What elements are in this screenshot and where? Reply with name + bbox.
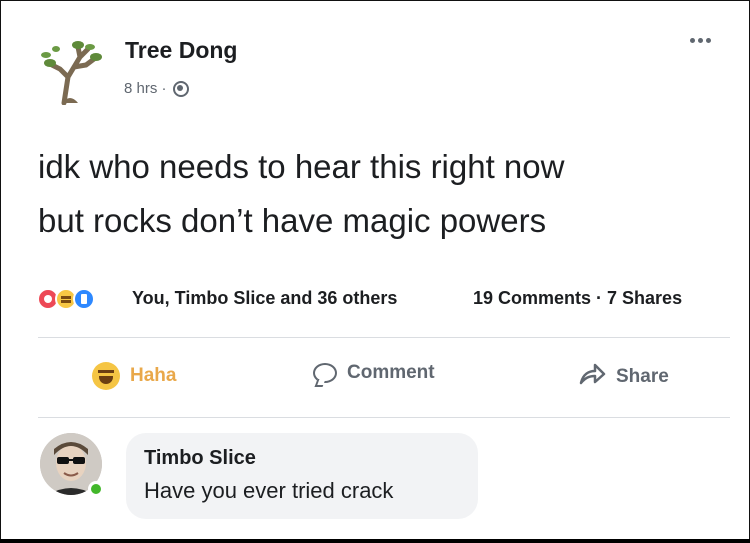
online-status-icon <box>88 481 104 497</box>
post-time[interactable]: 8 hrs · <box>124 80 167 97</box>
share-button[interactable]: Share <box>578 362 669 392</box>
comment-button[interactable]: Comment <box>313 362 435 384</box>
reactions-row: You, Timbo Slice and 36 others 19 Commen… <box>37 284 737 316</box>
comment-bubble-icon <box>313 363 337 383</box>
comment-label: Comment <box>347 362 435 383</box>
globe-icon <box>172 80 189 97</box>
post-text-line: idk who needs to hear this right now <box>38 148 565 185</box>
post-text: idk who needs to hear this right now but… <box>38 140 728 248</box>
haha-label: Haha <box>130 365 177 386</box>
post-meta: 8 hrs · <box>124 80 189 97</box>
haha-emoji-icon <box>92 362 120 390</box>
divider <box>38 337 730 338</box>
post-text-line: but rocks don’t have magic powers <box>38 202 547 239</box>
share-arrow-icon <box>578 362 606 392</box>
divider <box>38 417 730 418</box>
comment-bubble: Timbo Slice Have you ever tried crack <box>126 433 478 519</box>
comments-shares-count[interactable]: 19 Comments · 7 Shares <box>473 288 682 309</box>
share-label: Share <box>616 366 669 387</box>
commenter-name[interactable]: Timbo Slice <box>144 447 256 470</box>
bottom-border <box>0 539 750 543</box>
like-reaction-icon[interactable] <box>73 288 95 310</box>
comment-text: Have you ever tried crack <box>144 478 394 503</box>
tree-avatar-icon[interactable] <box>34 37 112 106</box>
reaction-summary[interactable]: You, Timbo Slice and 36 others <box>132 288 397 309</box>
post-author-name[interactable]: Tree Dong <box>125 37 237 64</box>
more-options-icon[interactable] <box>690 38 711 43</box>
haha-button[interactable]: Haha <box>92 362 176 390</box>
